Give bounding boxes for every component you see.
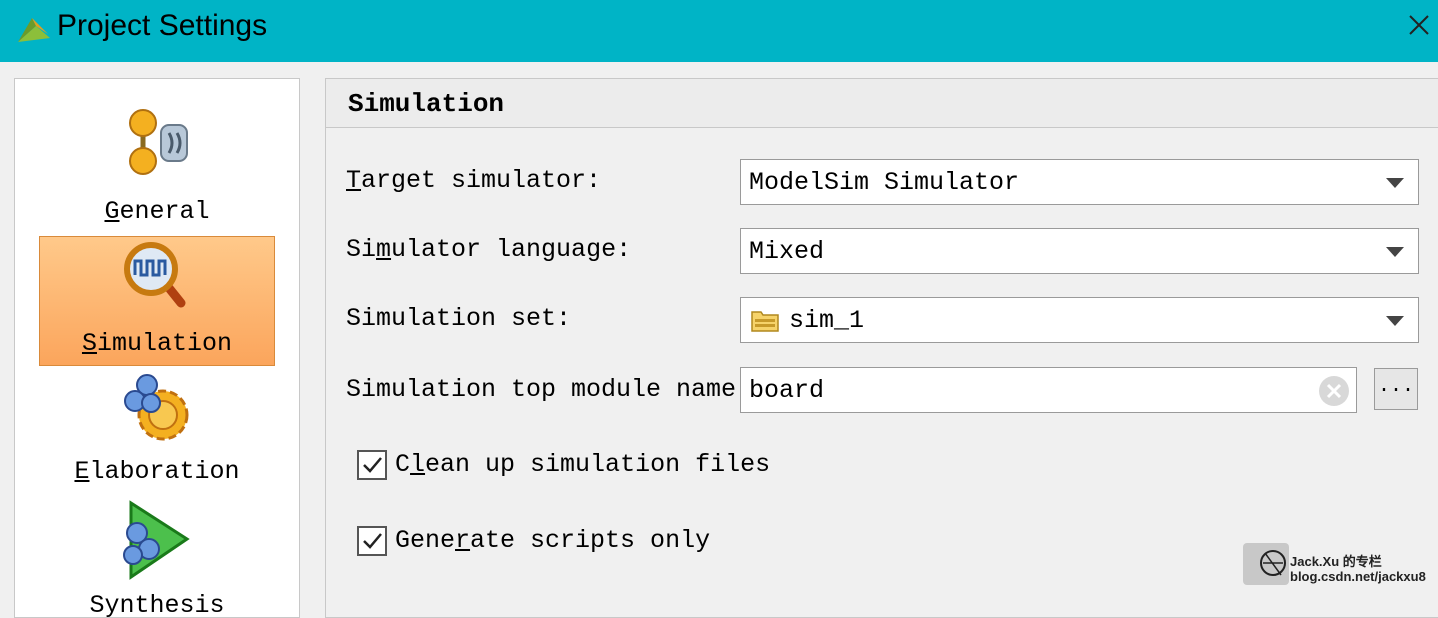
simulation-set-value: sim_1 [789, 306, 865, 335]
clean-up-label-pre: C [395, 450, 411, 479]
chevron-down-icon [1386, 247, 1404, 257]
simulator-language-label-key: m [376, 235, 392, 264]
general-label: eneral [119, 197, 210, 226]
chevron-down-icon [1386, 316, 1404, 326]
synthesis-icon [123, 500, 190, 580]
sidebar-item-elaboration[interactable]: Elaboration [39, 371, 275, 501]
clean-up-label-post: ean up simulation files [425, 450, 771, 479]
simulation-icon [124, 242, 186, 308]
vivado-app-icon [18, 18, 50, 42]
clear-icon[interactable] [1317, 374, 1351, 408]
watermark-line1: Jack.Xu 的专栏 [1290, 554, 1382, 569]
chevron-down-icon [1386, 178, 1404, 188]
watermark-line2: blog.csdn.net/jackxu8 [1290, 569, 1426, 584]
target-simulator-label-text: arget simulator: [361, 166, 602, 195]
simulation-set-dropdown[interactable]: sim_1 [740, 297, 1419, 343]
synthesis-label: Synthesis [89, 591, 225, 618]
sidebar-item-simulation[interactable]: Simulation [39, 236, 275, 366]
clean-up-label-key: l [410, 450, 426, 479]
panel-header: Simulation [326, 79, 1438, 128]
window-title: Project Settings [57, 9, 268, 42]
browse-button[interactable]: ... [1374, 368, 1418, 410]
general-label-key: G [104, 197, 120, 226]
watermark-logo [1243, 543, 1289, 585]
panel-title: Simulation [348, 89, 505, 119]
checkmark-icon [363, 457, 382, 473]
clean-up-label[interactable]: Clean up simulation files [395, 450, 770, 479]
simulator-language-dropdown[interactable]: Mixed [740, 228, 1419, 274]
generate-scripts-label-post: ate scripts only [470, 526, 711, 555]
target-simulator-dropdown[interactable]: ModelSim Simulator [740, 159, 1419, 205]
simulator-language-label: Simulator language: [346, 235, 631, 264]
settings-sidebar: General Simulation Elaboration Synthesis [14, 78, 300, 618]
top-module-input[interactable]: board [740, 367, 1357, 413]
elaboration-icon [124, 374, 189, 441]
generate-scripts-checkbox[interactable] [357, 526, 387, 556]
folder-icon [751, 311, 779, 332]
general-icon [129, 109, 188, 175]
title-bar: Project Settings [0, 0, 1438, 62]
close-icon[interactable] [1404, 10, 1434, 40]
sidebar-item-synthesis[interactable]: Synthesis [39, 499, 275, 618]
elaboration-label-key: E [74, 457, 90, 486]
elaboration-label: laboration [89, 457, 240, 486]
simulator-language-label-pre: Si [346, 235, 377, 264]
generate-scripts-label-pre: Gene [395, 526, 456, 555]
target-simulator-value: ModelSim Simulator [749, 168, 1020, 197]
watermark: Jack.Xu 的专栏 blog.csdn.net/jackxu8 [1243, 543, 1438, 587]
top-module-label: Simulation top module name: [346, 375, 752, 404]
simulation-label: imulation [96, 329, 233, 358]
target-simulator-label-key: T [346, 166, 362, 195]
target-simulator-label: Target simulator: [346, 166, 601, 195]
checkmark-icon [363, 533, 382, 549]
generate-scripts-label[interactable]: Generate scripts only [395, 526, 710, 555]
simulator-language-value: Mixed [749, 237, 825, 266]
sidebar-item-general[interactable]: General [39, 103, 275, 233]
clean-up-checkbox[interactable] [357, 450, 387, 480]
generate-scripts-label-key: r [455, 526, 471, 555]
simulation-set-label: Simulation set: [346, 304, 572, 333]
top-module-value: board [749, 376, 825, 405]
simulator-language-label-post: ulator language: [391, 235, 632, 264]
simulation-label-key: S [81, 329, 97, 358]
